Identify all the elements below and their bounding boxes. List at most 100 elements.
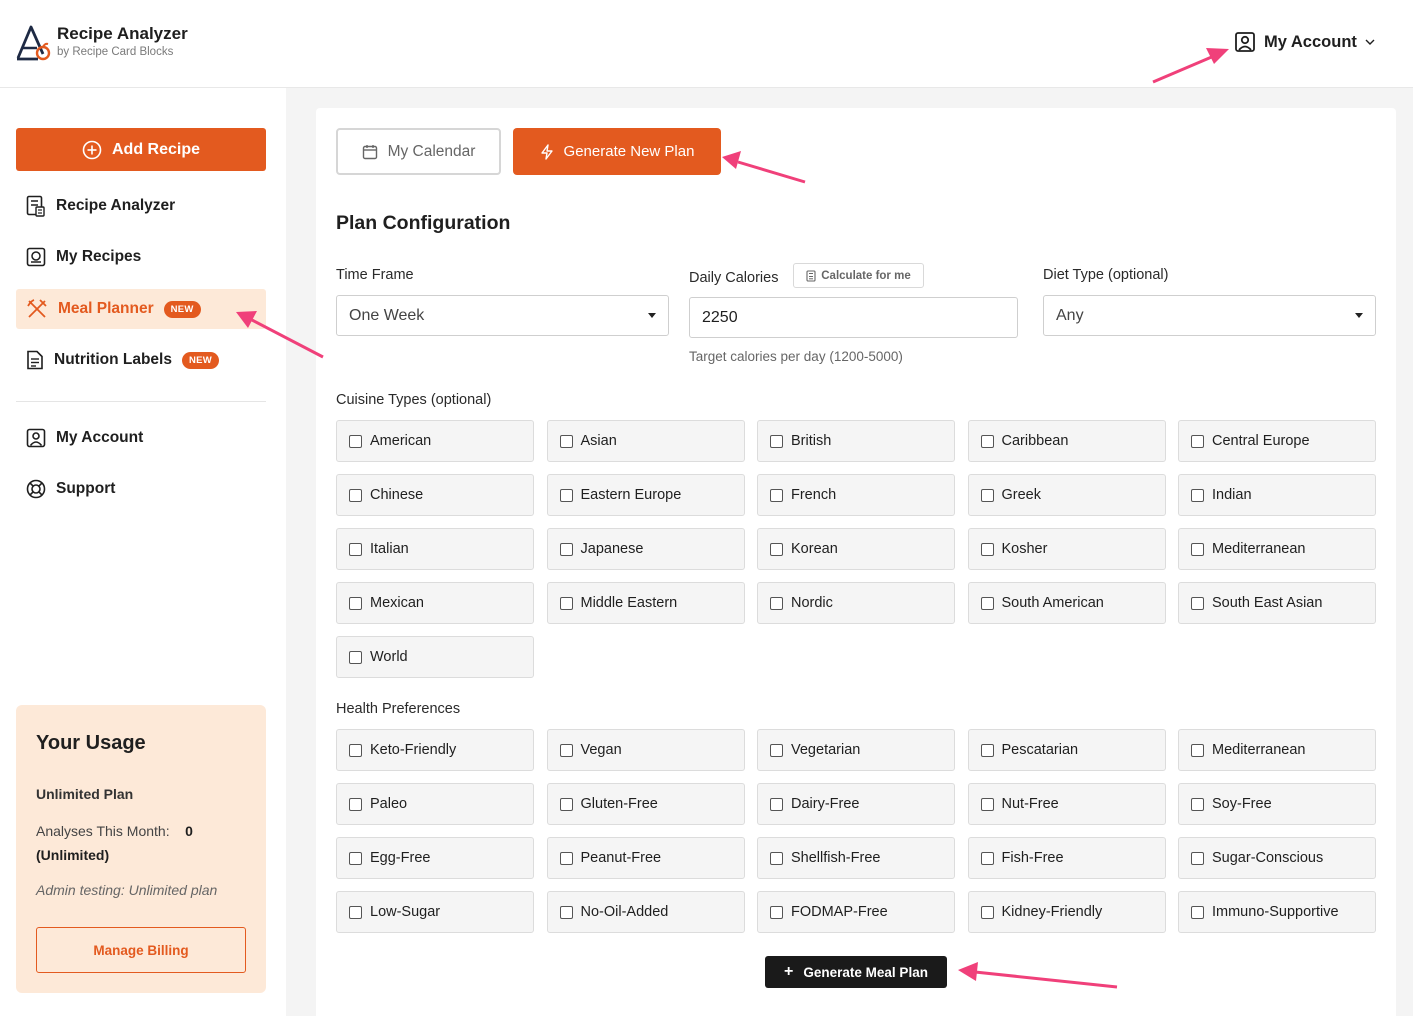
checkbox[interactable] — [770, 434, 783, 448]
checkbox[interactable] — [770, 905, 783, 919]
sidebar-item-recipe-analyzer[interactable]: Recipe Analyzer — [16, 186, 266, 226]
checkbox[interactable] — [559, 851, 573, 865]
health-option-no-oil-added[interactable]: No-Oil-Added — [546, 891, 745, 933]
cuisine-option-japanese[interactable]: Japanese — [546, 528, 745, 570]
health-option-shellfish-free[interactable]: Shellfish-Free — [757, 837, 955, 879]
calculate-for-me-button[interactable]: Calculate for me — [793, 263, 924, 288]
checkbox[interactable] — [559, 488, 573, 502]
cuisine-option-korean[interactable]: Korean — [757, 528, 955, 570]
checkbox[interactable] — [770, 851, 783, 865]
checkbox[interactable] — [1191, 743, 1204, 757]
checkbox[interactable] — [1191, 851, 1204, 865]
cuisine-option-british[interactable]: British — [757, 420, 955, 462]
health-options: Keto-Friendly Vegan Vegetarian Pescatarian M… — [336, 729, 1376, 933]
sidebar-item-nutrition-labels[interactable]: Nutrition Labels NEW — [16, 340, 266, 380]
checkbox[interactable] — [559, 434, 573, 448]
time-frame-select[interactable]: One Week — [336, 295, 669, 336]
checkbox[interactable] — [980, 797, 994, 811]
cuisine-option-kosher[interactable]: Kosher — [967, 528, 1166, 570]
cuisine-option-eastern-europe[interactable]: Eastern Europe — [546, 474, 745, 516]
health-option-peanut-free[interactable]: Peanut-Free — [546, 837, 745, 879]
health-option-gluten-free[interactable]: Gluten-Free — [546, 783, 745, 825]
health-option-kidney-friendly[interactable]: Kidney-Friendly — [967, 891, 1166, 933]
checkbox[interactable] — [559, 542, 573, 556]
my-calendar-button[interactable]: My Calendar — [336, 128, 501, 175]
checkbox[interactable] — [980, 434, 994, 448]
health-option-egg-free[interactable]: Egg-Free — [336, 837, 534, 879]
cuisine-option-mediterranean[interactable]: Mediterranean — [1178, 528, 1376, 570]
checkbox[interactable] — [559, 743, 573, 757]
cuisine-option-italian[interactable]: Italian — [336, 528, 534, 570]
cuisine-option-world[interactable]: World — [336, 636, 534, 678]
checkbox[interactable] — [980, 743, 994, 757]
diet-type-select[interactable]: Any — [1043, 295, 1376, 336]
checkbox[interactable] — [349, 743, 362, 757]
cuisine-option-indian[interactable]: Indian — [1178, 474, 1376, 516]
health-option-pescatarian[interactable]: Pescatarian — [967, 729, 1166, 771]
cuisine-option-asian[interactable]: Asian — [546, 420, 745, 462]
cuisine-option-south-east-asian[interactable]: South East Asian — [1178, 582, 1376, 624]
health-option-keto-friendly[interactable]: Keto-Friendly — [336, 729, 534, 771]
cuisine-option-central-europe[interactable]: Central Europe — [1178, 420, 1376, 462]
daily-calories-input[interactable]: 2250 — [689, 297, 1018, 338]
checkbox[interactable] — [770, 797, 783, 811]
cuisine-option-nordic[interactable]: Nordic — [757, 582, 955, 624]
health-option-soy-free[interactable]: Soy-Free — [1178, 783, 1376, 825]
checkbox[interactable] — [1191, 434, 1204, 448]
cuisine-option-middle-eastern[interactable]: Middle Eastern — [546, 582, 745, 624]
checkbox[interactable] — [980, 851, 994, 865]
health-option-fish-free[interactable]: Fish-Free — [967, 837, 1166, 879]
checkbox[interactable] — [770, 488, 783, 502]
health-option-mediterranean[interactable]: Mediterranean — [1178, 729, 1376, 771]
add-recipe-button[interactable]: Add Recipe — [16, 128, 266, 171]
health-option-fodmap-free[interactable]: FODMAP-Free — [757, 891, 955, 933]
health-option-vegan[interactable]: Vegan — [546, 729, 745, 771]
health-option-low-sugar[interactable]: Low-Sugar — [336, 891, 534, 933]
checkbox[interactable] — [770, 743, 783, 757]
sidebar-item-my-recipes[interactable]: My Recipes — [16, 237, 266, 277]
checkbox[interactable] — [349, 596, 362, 610]
checkbox[interactable] — [559, 905, 573, 919]
checkbox[interactable] — [1191, 542, 1204, 556]
checkbox[interactable] — [980, 542, 994, 556]
checkbox[interactable] — [349, 542, 362, 556]
checkbox[interactable] — [349, 650, 362, 664]
health-option-paleo[interactable]: Paleo — [336, 783, 534, 825]
checkbox[interactable] — [770, 542, 783, 556]
checkbox[interactable] — [1191, 797, 1204, 811]
health-option-dairy-free[interactable]: Dairy-Free — [757, 783, 955, 825]
checkbox[interactable] — [559, 797, 573, 811]
sidebar-item-meal-planner[interactable]: Meal Planner NEW — [16, 289, 266, 329]
cuisine-option-greek[interactable]: Greek — [967, 474, 1166, 516]
cuisine-option-caribbean[interactable]: Caribbean — [967, 420, 1166, 462]
cuisine-option-south-american[interactable]: South American — [967, 582, 1166, 624]
cuisine-option-mexican[interactable]: Mexican — [336, 582, 534, 624]
checkbox[interactable] — [770, 596, 783, 610]
checkbox[interactable] — [1191, 596, 1204, 610]
checkbox[interactable] — [349, 797, 362, 811]
checkbox[interactable] — [1191, 488, 1204, 502]
generate-new-plan-button[interactable]: Generate New Plan — [513, 128, 721, 175]
health-option-sugar-conscious[interactable]: Sugar-Conscious — [1178, 837, 1376, 879]
checkbox[interactable] — [349, 905, 362, 919]
sidebar-item-support[interactable]: Support — [16, 469, 266, 509]
sidebar-item-my-account[interactable]: My Account — [16, 418, 266, 458]
manage-billing-button[interactable]: Manage Billing — [36, 927, 246, 973]
health-option-vegetarian[interactable]: Vegetarian — [757, 729, 955, 771]
generate-meal-plan-button[interactable]: + Generate Meal Plan — [765, 956, 947, 988]
checkbox[interactable] — [559, 596, 573, 610]
checkbox[interactable] — [349, 488, 362, 502]
cuisine-option-american[interactable]: American — [336, 420, 534, 462]
checkbox[interactable] — [980, 596, 994, 610]
cuisine-option-chinese[interactable]: Chinese — [336, 474, 534, 516]
checkbox[interactable] — [980, 488, 994, 502]
health-option-immuno-supportive[interactable]: Immuno-Supportive — [1178, 891, 1376, 933]
checkbox[interactable] — [980, 905, 994, 919]
checkbox[interactable] — [349, 434, 362, 448]
health-option-nut-free[interactable]: Nut-Free — [967, 783, 1166, 825]
checkbox[interactable] — [349, 851, 362, 865]
daily-calories-value: 2250 — [702, 308, 738, 326]
account-menu-button[interactable]: My Account — [1234, 28, 1375, 56]
cuisine-option-french[interactable]: French — [757, 474, 955, 516]
checkbox[interactable] — [1191, 905, 1204, 919]
